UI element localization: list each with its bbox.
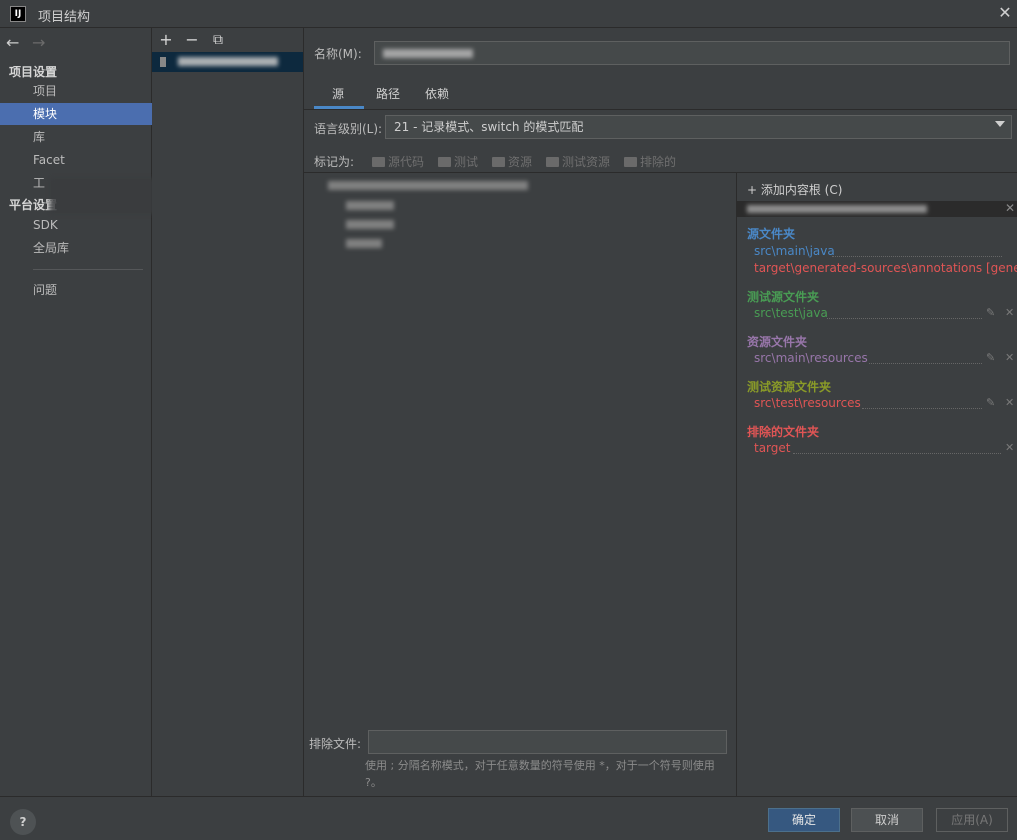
folder-icon xyxy=(438,157,451,167)
edit-icon[interactable]: ✎ xyxy=(986,396,995,409)
sidebar-item-facets[interactable]: Facet xyxy=(0,149,152,171)
forward-arrow-icon[interactable]: → xyxy=(32,33,45,52)
mark-test-resources-button[interactable]: 测试资源 xyxy=(546,153,610,170)
source-folders-title: 源文件夹 xyxy=(747,227,796,241)
tabs-divider xyxy=(304,109,1017,110)
language-level-value: 21 - 记录模式、switch 的模式匹配 xyxy=(394,120,584,134)
title-bar: IJ 项目结构 ✕ xyxy=(0,0,1017,28)
exclude-files-label: 排除文件: xyxy=(309,737,362,751)
tree-node-redacted[interactable] xyxy=(346,220,394,229)
remove-module-icon[interactable]: − xyxy=(183,31,201,49)
help-icon[interactable]: ? xyxy=(10,809,36,835)
ok-button[interactable]: 确定 xyxy=(768,808,840,832)
excluded-folder-path[interactable]: target xyxy=(754,441,791,455)
window-title: 项目结构 xyxy=(38,10,91,25)
folder-icon xyxy=(624,157,637,167)
module-list-panel: + − ⧉ xyxy=(152,28,304,796)
remove-content-root-icon[interactable]: ✕ xyxy=(1005,201,1015,215)
apply-button[interactable]: 应用(A) xyxy=(936,808,1008,832)
tab-paths[interactable]: 路径 xyxy=(376,85,400,107)
language-level-label: 语言级别(L): xyxy=(314,122,383,136)
name-label: 名称(M): xyxy=(314,47,362,61)
sidebar-item-problems[interactable]: 问题 xyxy=(0,279,152,301)
test-resource-folder-path[interactable]: src\test\resources xyxy=(754,396,861,410)
dotted-leader xyxy=(832,256,1002,257)
exclude-files-input[interactable] xyxy=(368,730,727,754)
mark-resources-button[interactable]: 资源 xyxy=(492,153,532,170)
folder-icon xyxy=(372,157,385,167)
sidebar-divider xyxy=(33,269,143,270)
exclude-files-hint: 使用 ; 分隔名称模式，对于任意数量的符号使用 *，对于一个符号则使用 ?。 xyxy=(365,759,715,789)
edit-icon[interactable]: ✎ xyxy=(986,306,995,319)
settings-sidebar: ← → 项目设置 项目 模块 库 Facet 工 平台设置 SDK 全局库 问题 xyxy=(0,28,152,796)
module-name-value-redacted xyxy=(383,49,473,58)
close-icon[interactable]: ✕ xyxy=(1005,396,1014,409)
mark-as-label: 标记为: xyxy=(314,155,355,169)
dotted-leader xyxy=(793,453,1001,454)
content-root-path-redacted xyxy=(747,205,927,213)
edit-icon[interactable]: ✎ xyxy=(986,351,995,364)
module-folder-icon xyxy=(160,57,166,67)
dotted-leader xyxy=(869,363,982,364)
source-folder-path[interactable]: src\main\java xyxy=(754,244,835,258)
sidebar-item-project[interactable]: 项目 xyxy=(0,80,152,102)
tree-node-redacted[interactable] xyxy=(346,239,382,248)
folder-tree xyxy=(304,172,736,727)
tree-node-redacted[interactable] xyxy=(346,201,394,210)
close-icon[interactable]: ✕ xyxy=(1005,306,1014,319)
dotted-leader xyxy=(827,318,982,319)
test-source-folders-title: 测试源文件夹 xyxy=(747,290,820,304)
chevron-down-icon xyxy=(995,121,1005,127)
language-level-select[interactable]: 21 - 记录模式、switch 的模式匹配 xyxy=(385,115,1012,139)
sidebar-item-libraries[interactable]: 库 xyxy=(0,126,152,148)
folder-icon xyxy=(546,157,559,167)
content-root-header: ✕ xyxy=(737,201,1017,217)
resource-folders-title: 资源文件夹 xyxy=(747,335,808,349)
intellij-app-icon: IJ xyxy=(10,6,26,22)
sidebar-item-global-libraries[interactable]: 全局库 xyxy=(0,237,152,259)
close-icon[interactable]: ✕ xyxy=(1005,351,1014,364)
folder-icon xyxy=(492,157,505,167)
tab-sources[interactable]: 源 xyxy=(332,85,344,107)
tab-dependencies[interactable]: 依赖 xyxy=(425,85,449,107)
close-icon[interactable]: ✕ xyxy=(1005,441,1014,454)
module-name-redacted xyxy=(178,57,278,66)
add-content-root-button[interactable]: + 添加内容根 (C) xyxy=(747,181,842,198)
add-module-icon[interactable]: + xyxy=(157,31,175,49)
module-list-item[interactable] xyxy=(152,52,303,72)
dialog-button-bar: ? 确定 取消 应用(A) xyxy=(0,796,1017,840)
mark-excluded-button[interactable]: 排除的 xyxy=(624,153,676,170)
module-name-input[interactable] xyxy=(374,41,1010,65)
mark-sources-button[interactable]: 源代码 xyxy=(372,153,424,170)
mark-tests-button[interactable]: 测试 xyxy=(438,153,478,170)
module-settings-panel: 名称(M): 源 路径 依赖 语言级别(L): 21 - 记录模式、switch… xyxy=(304,28,1017,796)
section-project-settings: 项目设置 xyxy=(9,65,58,79)
sidebar-item-modules[interactable]: 模块 xyxy=(0,103,152,125)
sidebar-item-sdk[interactable]: SDK xyxy=(0,214,152,236)
dotted-leader xyxy=(862,408,982,409)
close-icon[interactable]: ✕ xyxy=(996,4,1014,22)
copy-module-icon[interactable]: ⧉ xyxy=(209,31,227,49)
back-arrow-icon[interactable]: ← xyxy=(6,33,19,52)
test-source-folder-path[interactable]: src\test\java xyxy=(754,306,828,320)
content-roots-panel: + 添加内容根 (C) ✕ 源文件夹 src\main\java target\… xyxy=(736,172,1017,796)
resource-folder-path[interactable]: src\main\resources xyxy=(754,351,868,365)
tree-root-redacted[interactable] xyxy=(328,181,528,190)
cancel-button[interactable]: 取消 xyxy=(851,808,923,832)
test-resource-folders-title: 测试资源文件夹 xyxy=(747,380,832,394)
source-folder-path[interactable]: target\generated-sources\annotations [ge… xyxy=(754,261,1017,275)
excluded-folders-title: 排除的文件夹 xyxy=(747,425,820,439)
